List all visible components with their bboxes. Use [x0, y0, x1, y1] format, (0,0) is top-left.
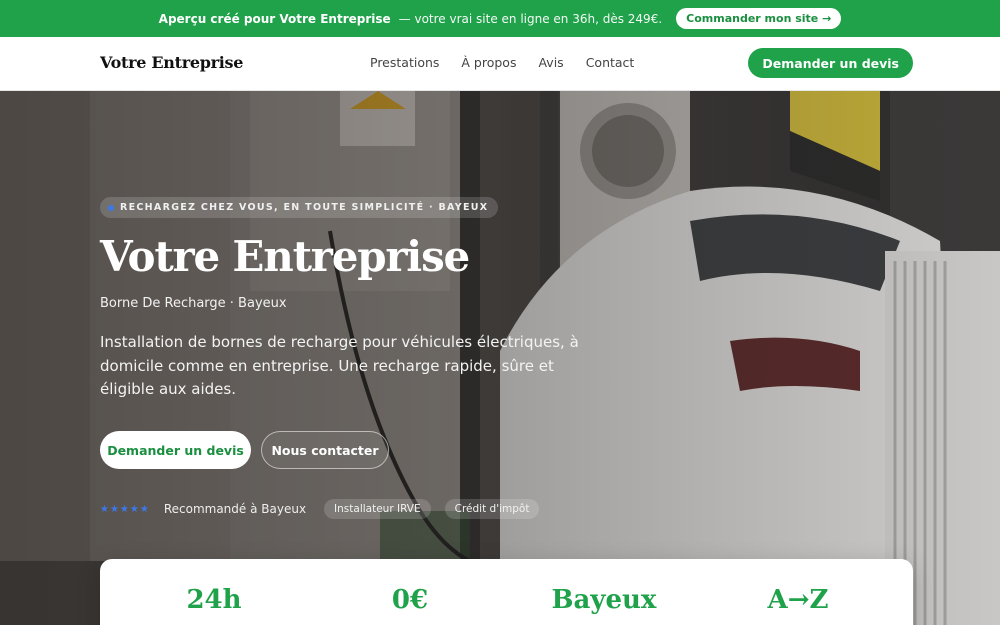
nav-link-contact[interactable]: Contact: [586, 55, 635, 70]
stat-value: 24h: [186, 585, 242, 615]
nav-link-a-propos[interactable]: À propos: [461, 55, 516, 70]
promo-lead: Aperçu créé pour Votre Entreprise: [158, 11, 391, 26]
hero-subtitle: Borne De Recharge · Bayeux: [100, 296, 287, 311]
trust-text: Recommandé à Bayeux: [163, 502, 307, 516]
star-rating-icon: ★★★★★: [100, 503, 150, 515]
hero-description: Installation de bornes de recharge pour …: [100, 333, 579, 398]
hero-contact-button[interactable]: Nous contacter: [261, 431, 389, 469]
hero-section: RECHARGEZ CHEZ VOUS, EN TOUTE SIMPLICITÉ…: [0, 91, 1000, 625]
promo-text: — votre vrai site en ligne en 36h, dès 2…: [398, 11, 663, 26]
nav-link-avis[interactable]: Avis: [538, 55, 563, 70]
hero-title: Votre Entreprise: [100, 232, 470, 281]
stat-value: A→Z: [767, 585, 829, 615]
dot-icon: [108, 204, 114, 211]
promo-bar: Aperçu créé pour Votre Entreprise — votr…: [0, 0, 1000, 37]
header-quote-button[interactable]: Demander un devis: [748, 48, 913, 78]
order-site-button[interactable]: Commander mon site →: [676, 8, 842, 29]
hero-tagline-chip: RECHARGEZ CHEZ VOUS, EN TOUTE SIMPLICITÉ…: [100, 197, 499, 218]
hero-quote-button[interactable]: Demander un devis: [100, 431, 251, 469]
badge-irve: Installateur IRVE: [324, 499, 431, 519]
stats-card: 24h 0€ Bayeux A→Z: [100, 559, 913, 625]
site-header: Votre Entreprise Prestations À propos Av…: [0, 37, 1000, 91]
nav-link-prestations[interactable]: Prestations: [370, 55, 439, 70]
trust-row: ★★★★★ Recommandé à Bayeux Installateur I…: [100, 499, 540, 519]
brand-logo[interactable]: Votre Entreprise: [100, 53, 243, 72]
badge-credit-impot: Crédit d'impôt: [444, 499, 540, 519]
main-nav: Prestations À propos Avis Contact: [370, 55, 634, 70]
hero-tagline: RECHARGEZ CHEZ VOUS, EN TOUTE SIMPLICITÉ…: [120, 202, 489, 213]
stat-value: Bayeux: [551, 585, 657, 615]
stat-value: 0€: [391, 585, 429, 615]
